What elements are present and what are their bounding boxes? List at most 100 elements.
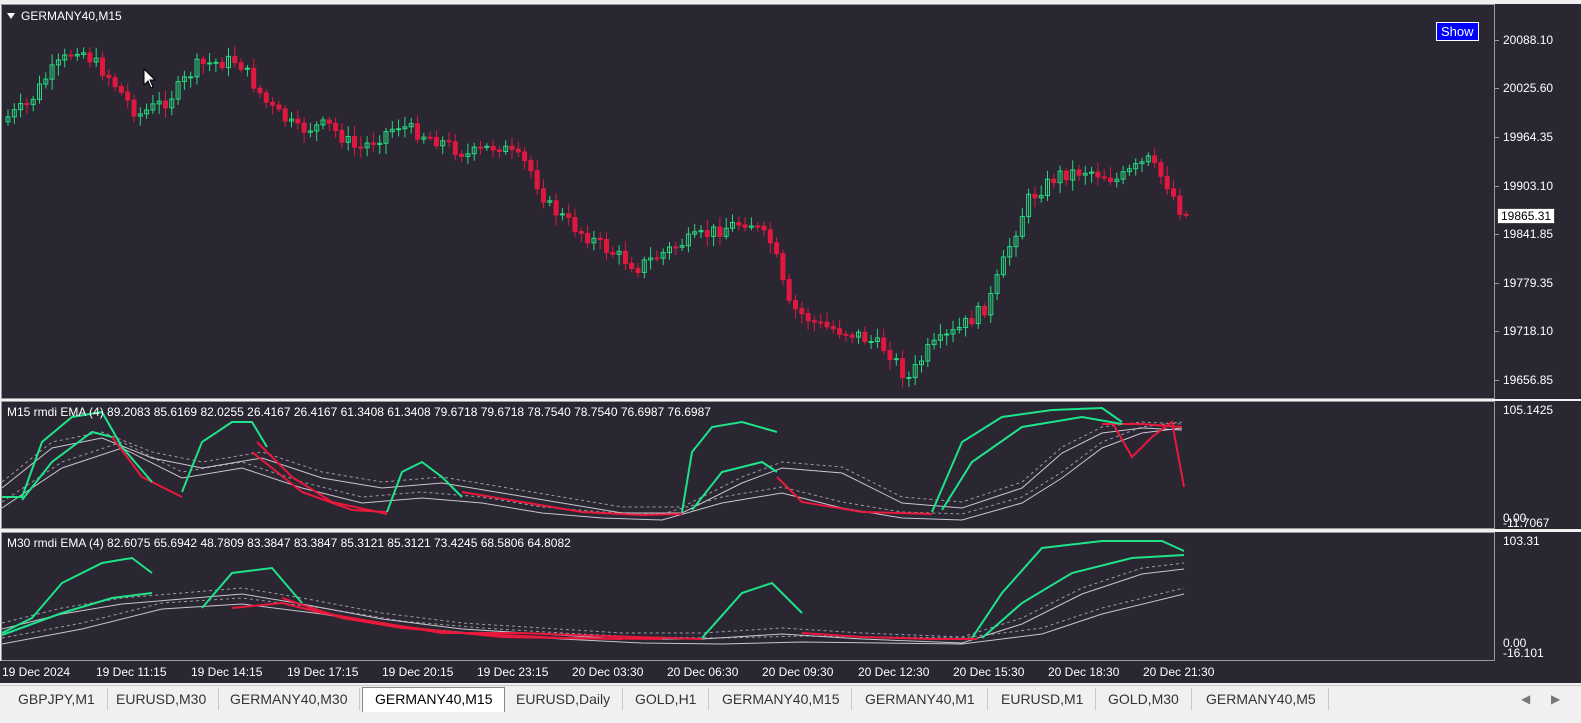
- candle-body: [1063, 170, 1069, 181]
- tab-eurusd-daily[interactable]: EURUSD,Daily: [504, 688, 624, 710]
- time-axis: 19 Dec 2024 19 Dec 11:15 19 Dec 14:15 19…: [0, 661, 1581, 683]
- candle-body: [635, 268, 641, 273]
- candle-body: [528, 160, 534, 172]
- candle-body: [566, 213, 572, 218]
- time-label: 19 Dec 14:15: [191, 665, 263, 679]
- candle-body: [358, 146, 364, 149]
- candle-body: [219, 61, 225, 69]
- candle-body: [207, 62, 213, 65]
- price-axis: 20088.10 20025.60 19964.35 19903.10 1986…: [1495, 4, 1581, 399]
- candle-body: [572, 216, 578, 233]
- indicator-line-green: [2, 592, 153, 636]
- candle-body: [541, 188, 546, 203]
- indicator-line-grey-dashed: [2, 587, 1185, 639]
- time-label: 19 Dec 23:15: [477, 665, 549, 679]
- candle-body: [452, 141, 458, 155]
- price-label: 19656.85: [1503, 373, 1554, 387]
- time-label: 20 Dec 06:30: [667, 665, 739, 679]
- candle-body: [610, 251, 616, 255]
- tab-gbpjpy-m1[interactable]: GBPJPY,M1: [6, 688, 108, 710]
- candle-body: [969, 318, 975, 325]
- indicator-line-grey: [2, 568, 1185, 644]
- candle-body: [370, 142, 376, 145]
- candle-body: [509, 145, 515, 150]
- price-tick: [1495, 186, 1499, 187]
- chart-tab-bar: GBPJPY,M1 EURUSD,M30 GERMANY40,M30 GERMA…: [0, 685, 1581, 714]
- candle-body: [534, 170, 540, 190]
- candle-body: [944, 333, 950, 336]
- candle-body: [251, 67, 257, 89]
- tab-eurusd-m1[interactable]: EURUSD,M1: [989, 688, 1097, 710]
- m30-indicator-lines: [2, 540, 1185, 645]
- current-price-label: 19865.31: [1497, 208, 1556, 224]
- candle-body: [326, 119, 332, 124]
- candle-body: [213, 61, 219, 64]
- candle-body: [1076, 169, 1082, 176]
- candle-body: [352, 136, 357, 148]
- candle-body: [553, 200, 559, 216]
- candle-body: [163, 100, 168, 109]
- candle-body: [276, 104, 282, 110]
- candle-body: [585, 232, 591, 244]
- candle-body: [301, 122, 307, 133]
- candle-body: [1108, 177, 1113, 183]
- tab-germany40-m1[interactable]: GERMANY40,M1: [853, 688, 988, 710]
- candle-body: [339, 129, 345, 143]
- candle-body: [673, 246, 679, 249]
- candle-body: [125, 91, 131, 101]
- m30-indicator-title: M30 rmdi EMA (4) 82.6075 65.6942 48.7809…: [7, 536, 571, 550]
- tab-germany40-m30[interactable]: GERMANY40,M30: [218, 688, 361, 710]
- indicator-line-green: [941, 415, 1123, 511]
- candle-body: [830, 326, 836, 330]
- candle-body: [1183, 213, 1189, 216]
- indicator-line-red: [281, 597, 663, 640]
- m30-axis-min: -16.101: [1503, 646, 1544, 660]
- main-chart-pane[interactable]: GERMANY40,M15 Show: [1, 4, 1495, 399]
- candle-body: [490, 145, 496, 151]
- candle-body: [68, 54, 74, 57]
- m15-axis-max: 105.1425: [1503, 403, 1554, 417]
- candle-body: [774, 242, 780, 255]
- time-label: 20 Dec 03:30: [572, 665, 644, 679]
- candle-body: [282, 108, 288, 122]
- candle-body: [868, 341, 874, 344]
- price-label: 19779.35: [1503, 276, 1554, 290]
- candle-body: [1164, 175, 1170, 190]
- candle-body: [459, 153, 465, 157]
- candle-body: [188, 76, 194, 79]
- candle-body: [478, 146, 483, 149]
- show-button[interactable]: Show: [1436, 22, 1479, 41]
- candle-body: [805, 313, 811, 322]
- candle-body: [1032, 193, 1038, 199]
- chevron-left-icon[interactable]: ◀: [1521, 692, 1530, 706]
- candle-body: [100, 57, 105, 76]
- chevron-right-icon[interactable]: ▶: [1551, 692, 1560, 706]
- indicator-line-red: [461, 491, 683, 517]
- candle-body: [112, 77, 118, 88]
- candle-body: [780, 253, 786, 281]
- price-tick: [1495, 380, 1499, 381]
- candle-body: [200, 58, 206, 65]
- candle-body: [415, 123, 420, 140]
- m15-indicator-pane[interactable]: M15 rmdi EMA (4) 89.2083 85.6169 82.0255…: [1, 401, 1495, 529]
- candle-body: [427, 136, 433, 139]
- candle-body: [862, 331, 868, 343]
- candle-body: [811, 320, 817, 323]
- price-tick: [1495, 40, 1499, 41]
- candle-body: [818, 321, 824, 324]
- tab-gold-h1[interactable]: GOLD,H1: [623, 688, 710, 710]
- tab-germany40-m5[interactable]: GERMANY40,M5: [1194, 688, 1329, 710]
- tab-germany40-m15[interactable]: GERMANY40,M15: [710, 688, 853, 710]
- indicator-line-red: [776, 476, 933, 515]
- price-tick: [1495, 283, 1499, 284]
- m30-indicator-pane[interactable]: M30 rmdi EMA (4) 82.6075 65.6942 48.7809…: [1, 532, 1495, 661]
- tab-germany40-m15-active[interactable]: GERMANY40,M15: [362, 687, 506, 712]
- chart-symbol-label: GERMANY40,M15: [21, 9, 122, 23]
- candle-body: [1051, 178, 1057, 184]
- tab-eurusd-m30[interactable]: EURUSD,M30: [104, 688, 220, 710]
- triangle-down-icon[interactable]: [7, 13, 15, 19]
- price-tick: [1495, 234, 1499, 235]
- tab-gold-m30[interactable]: GOLD,M30: [1096, 688, 1192, 710]
- candle-body: [333, 122, 339, 131]
- indicator-line-green: [2, 410, 153, 498]
